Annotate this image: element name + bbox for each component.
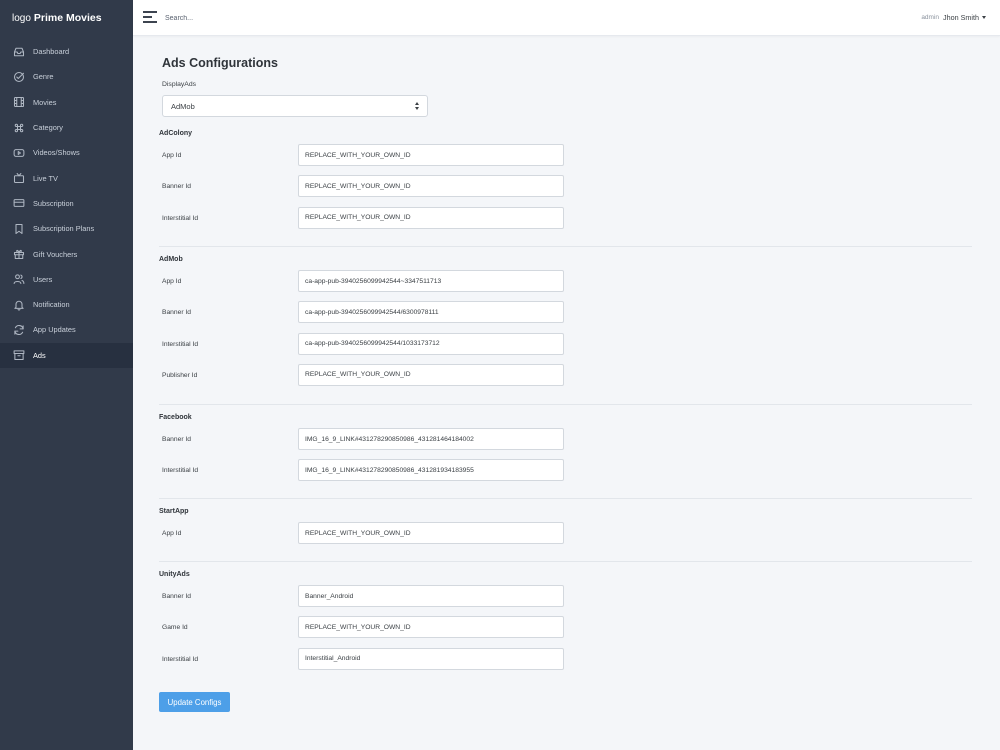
unityads-banner-id-label: Banner Id: [162, 593, 191, 600]
sidebar-item-label: Subscription: [33, 198, 74, 208]
section-divider: [159, 246, 972, 247]
admob-interstitial-id-label: Interstitial Id: [162, 340, 199, 348]
sidebar-item-movies[interactable]: Movies: [0, 90, 133, 115]
section-divider: [159, 404, 972, 405]
hamburger-icon: [143, 11, 157, 13]
adcolony-app-id-label: App Id: [162, 152, 182, 159]
sidebar-item-dashboard[interactable]: Dashboard: [0, 39, 133, 64]
display-ads-select[interactable]: AdMob: [162, 95, 428, 117]
update-configs-button[interactable]: Update Configs: [159, 692, 230, 712]
sidebar-item-label: Users: [33, 274, 53, 284]
sidebar-item-label: Live TV: [33, 173, 58, 183]
sidebar-item-genre[interactable]: Genre: [0, 64, 133, 89]
gift-icon: [12, 248, 25, 261]
hamburger-icon-bar: [143, 16, 152, 18]
sidebar-item-category[interactable]: Category: [0, 115, 133, 140]
sidebar-item-app-updates[interactable]: App Updates: [0, 317, 133, 342]
sidebar-item-label: Notification: [33, 300, 70, 310]
sidebar-item-videos-shows[interactable]: Videos/Shows: [0, 140, 133, 165]
sidebar-item-subscription-plans[interactable]: Subscription Plans: [0, 216, 133, 241]
admob-banner-id-input[interactable]: ca-app-pub-3940256099942544/6300978111: [298, 301, 564, 324]
adcolony-interstitial-id-input[interactable]: REPLACE_WITH_YOUR_OWN_ID: [298, 206, 564, 229]
sidebar-item-label: Genre: [33, 72, 54, 82]
sidebar-item-label: Videos/Shows: [33, 148, 80, 158]
section-title-facebook: Facebook: [159, 414, 192, 421]
refresh-icon: [12, 323, 25, 336]
unityads-game-id-input[interactable]: REPLACE_WITH_YOUR_OWN_ID: [298, 616, 564, 639]
app-logo[interactable]: logo Prime Movies: [0, 0, 133, 36]
sidebar-item-label: Ads: [33, 350, 46, 360]
search-input[interactable]: [165, 9, 365, 27]
facebook-interstitial-id-label: Interstitial Id: [162, 467, 199, 475]
main-content: Ads Configurations DisplayAds AdMob Upda…: [133, 36, 1000, 750]
unityads-banner-id-input[interactable]: Banner_Android: [298, 585, 564, 607]
section-title-startapp: StartApp: [159, 508, 189, 515]
facebook-interstitial-id-input[interactable]: IMG_16_9_LINK#431278290850986_4312819341…: [298, 459, 564, 482]
adcolony-app-id-input[interactable]: REPLACE_WITH_YOUR_OWN_ID: [298, 144, 564, 166]
topbar: admin Jhon Smith: [133, 0, 1000, 36]
adcolony-banner-id-input[interactable]: REPLACE_WITH_YOUR_OWN_ID: [298, 175, 564, 198]
admob-publisher-id-input[interactable]: REPLACE_WITH_YOUR_OWN_ID: [298, 363, 564, 386]
sidebar-item-live-tv[interactable]: Live TV: [0, 165, 133, 190]
adcolony-interstitial-id-label: Interstitial Id: [162, 214, 199, 222]
section-divider: [159, 498, 972, 499]
unityads-interstitial-id-input[interactable]: Interstitial_Android: [298, 647, 564, 670]
display-ads-label: DisplayAds: [162, 81, 196, 88]
user-name[interactable]: Jhon Smith: [943, 13, 979, 22]
unityads-game-id-label: Game Id: [162, 624, 188, 632]
facebook-banner-id-label: Banner Id: [162, 436, 191, 443]
sidebar-nav: Dashboard Genre Movies Category Videos/Shows…: [0, 39, 133, 368]
section-title-unityads: UnityAds: [159, 571, 190, 578]
admob-app-id-input[interactable]: ca-app-pub-3940256099942544~3347511713: [298, 270, 564, 292]
startapp-app-id-label: App Id: [162, 530, 182, 537]
facebook-banner-id-input[interactable]: IMG_16_9_LINK#431278290850986_4312814641…: [298, 428, 564, 450]
users-icon: [12, 273, 25, 286]
sidebar-item-label: Subscription Plans: [33, 224, 95, 234]
adcolony-banner-id-label: Banner Id: [162, 183, 191, 191]
startapp-app-id-input[interactable]: REPLACE_WITH_YOUR_OWN_ID: [298, 522, 564, 544]
sidebar-item-label: Gift Vouchers: [33, 249, 78, 259]
sidebar-item-ads[interactable]: Ads: [0, 342, 133, 368]
admob-interstitial-id-input[interactable]: ca-app-pub-3940256099942544/1033173712: [298, 332, 564, 355]
admob-app-id-label: App Id: [162, 278, 182, 285]
sidebar-item-users[interactable]: Users: [0, 267, 133, 292]
chevron-down-icon[interactable]: [982, 16, 986, 19]
tv-icon: [12, 172, 25, 185]
archive-icon: [12, 349, 25, 362]
youtube-icon: [12, 146, 25, 159]
command-icon: [12, 121, 25, 134]
sidebar-item-notification[interactable]: Notification: [0, 292, 133, 317]
display-ads-value: AdMob: [171, 101, 195, 111]
unityads-interstitial-id-label: Interstitial Id: [162, 655, 199, 663]
credit-card-icon: [12, 197, 25, 210]
hamburger-icon-bar: [143, 21, 157, 23]
sidebar-item-label: Category: [33, 123, 63, 133]
logo-word: logo: [12, 12, 31, 24]
select-arrows-icon: [415, 102, 420, 111]
inbox-icon: [12, 45, 25, 58]
sidebar: logo Prime Movies Dashboard Genre Movies Ca…: [0, 0, 133, 750]
section-title-adcolony: AdColony: [159, 130, 193, 137]
user-role: admin: [921, 14, 940, 21]
check-circle-icon: [12, 70, 25, 83]
admob-publisher-id-label: Publisher Id: [162, 371, 198, 379]
bell-icon: [12, 298, 25, 311]
admob-banner-id-label: Banner Id: [162, 309, 191, 317]
section-divider: [159, 561, 972, 562]
film-icon: [12, 96, 25, 109]
sidebar-item-label: Dashboard: [33, 47, 70, 57]
section-title-admob: AdMob: [159, 256, 183, 263]
bookmark-icon: [12, 222, 25, 235]
sidebar-item-subscription[interactable]: Subscription: [0, 191, 133, 216]
sidebar-item-label: Movies: [33, 97, 57, 107]
brand-name: Prime Movies: [33, 12, 102, 24]
user-menu[interactable]: admin Jhon Smith: [921, 13, 986, 22]
sidebar-item-label: App Updates: [33, 325, 76, 335]
sidebar-item-gift-vouchers[interactable]: Gift Vouchers: [0, 241, 133, 266]
menu-toggle-button[interactable]: [143, 11, 157, 23]
page-title: Ads Configurations: [162, 56, 278, 70]
